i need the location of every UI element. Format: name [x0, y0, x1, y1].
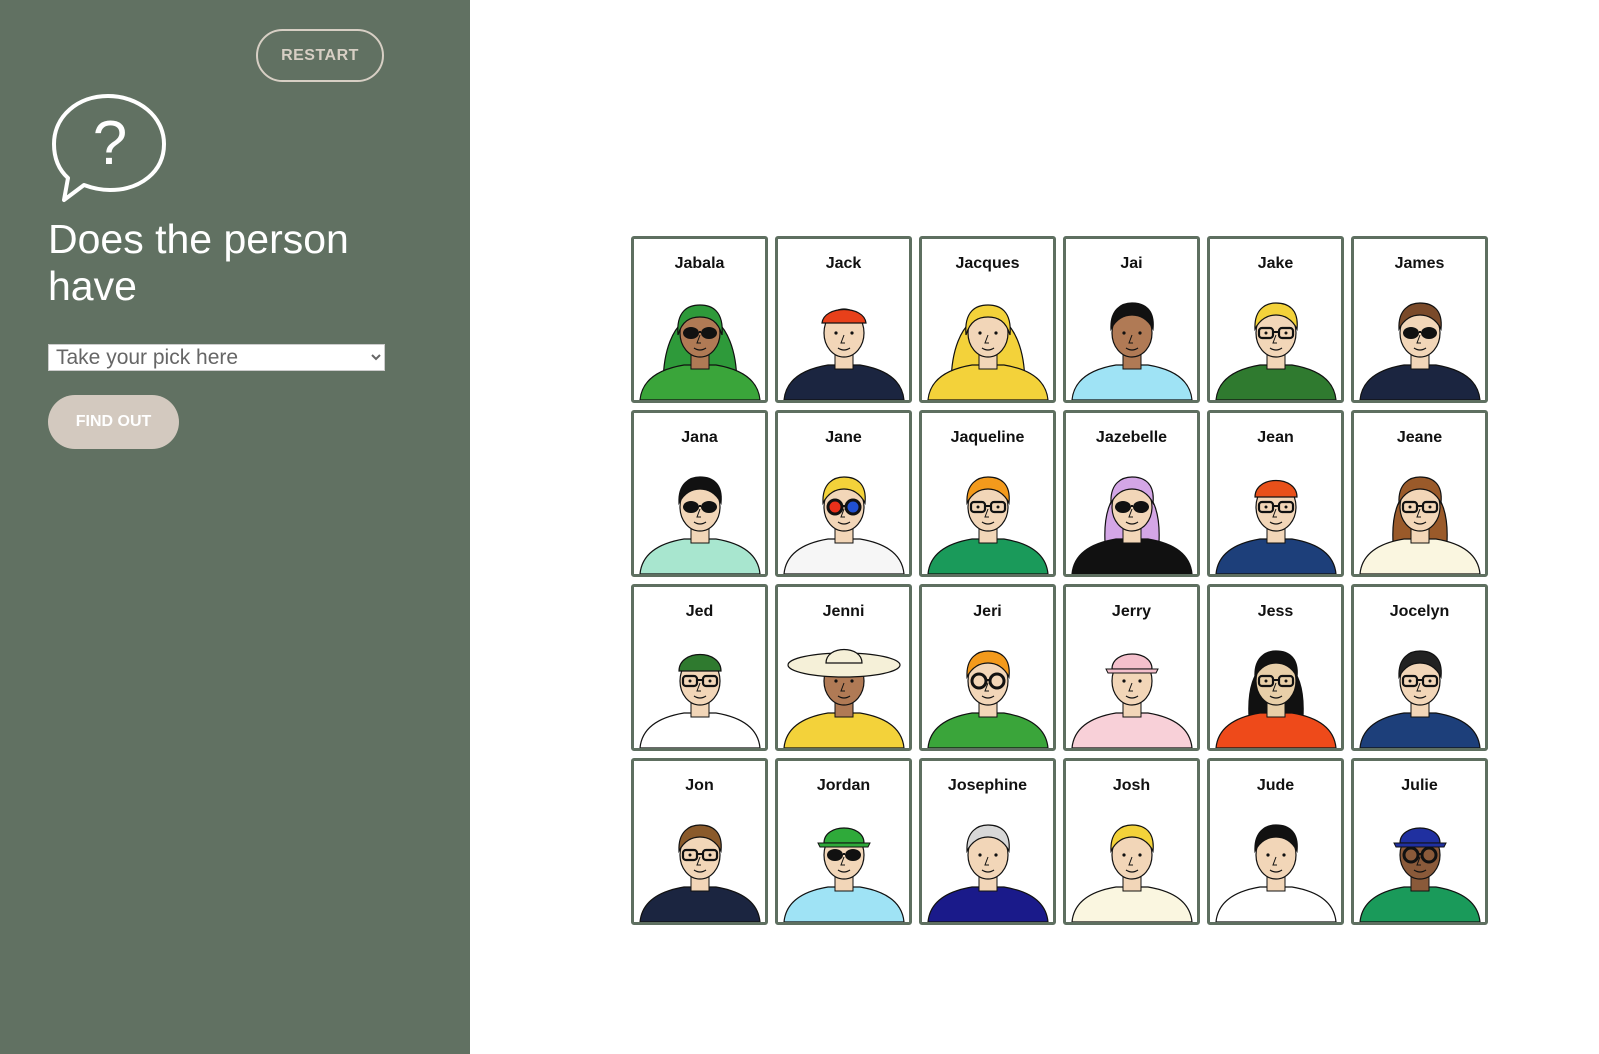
- portrait-josephine: [927, 824, 1049, 922]
- character-name: Jocelyn: [1389, 603, 1450, 620]
- character-card-jed[interactable]: Jed: [631, 584, 768, 751]
- character-card-jai[interactable]: Jai: [1063, 236, 1200, 403]
- character-name: Jai: [1120, 255, 1143, 272]
- character-card-jabala[interactable]: Jabala: [631, 236, 768, 403]
- portrait-jordan: [783, 827, 905, 922]
- character-name: Jana: [681, 429, 718, 446]
- character-card-jess[interactable]: Jess: [1207, 584, 1344, 751]
- portrait-jean: [1215, 479, 1337, 574]
- character-card-jeri[interactable]: Jeri: [919, 584, 1056, 751]
- character-name: Jess: [1257, 603, 1294, 620]
- character-name: Jane: [825, 429, 862, 446]
- character-name: Julie: [1401, 777, 1438, 794]
- character-name: Jon: [685, 777, 714, 794]
- character-name: Jude: [1256, 777, 1295, 794]
- portrait-jenni: [783, 649, 905, 748]
- portrait-jack: [783, 308, 905, 400]
- character-card-jaqueline[interactable]: Jaqueline: [919, 410, 1056, 577]
- feature-select[interactable]: Take your pick here: [48, 344, 385, 371]
- character-card-jenni[interactable]: Jenni: [775, 584, 912, 751]
- portrait-jeane: [1359, 476, 1481, 574]
- character-card-jean[interactable]: Jean: [1207, 410, 1344, 577]
- portrait-jeri: [927, 650, 1049, 748]
- character-card-josh[interactable]: Josh: [1063, 758, 1200, 925]
- character-name: Jordan: [816, 777, 871, 794]
- character-card-jack[interactable]: Jack: [775, 236, 912, 403]
- portrait-julie: [1359, 827, 1481, 922]
- character-card-jude[interactable]: Jude: [1207, 758, 1344, 925]
- character-card-jazebelle[interactable]: Jazebelle: [1063, 410, 1200, 577]
- character-name: Jaqueline: [950, 429, 1025, 446]
- character-card-julie[interactable]: Julie: [1351, 758, 1488, 925]
- portrait-james: [1359, 302, 1481, 400]
- character-card-jordan[interactable]: Jordan: [775, 758, 912, 925]
- restart-button[interactable]: RESTART: [256, 29, 384, 82]
- character-name: Jeri: [973, 603, 1002, 620]
- sidebar-panel: RESTART ? Does the person have Take your…: [0, 0, 470, 1054]
- character-name: Josh: [1112, 777, 1151, 794]
- character-card-jane[interactable]: Jane: [775, 410, 912, 577]
- portrait-jon: [639, 824, 761, 922]
- portrait-josh: [1071, 824, 1193, 922]
- portrait-jerry: [1071, 653, 1193, 748]
- character-card-jacques[interactable]: Jacques: [919, 236, 1056, 403]
- portrait-jess: [1215, 650, 1337, 748]
- portrait-jed: [639, 653, 761, 748]
- portrait-jana: [639, 476, 761, 574]
- character-card-jake[interactable]: Jake: [1207, 236, 1344, 403]
- portrait-jabala: [639, 304, 761, 400]
- question-title: Does the person have: [48, 216, 349, 309]
- svg-text:?: ?: [93, 109, 127, 178]
- character-name: Jazebelle: [1095, 429, 1168, 446]
- portrait-jaqueline: [927, 476, 1049, 574]
- character-name: Jerry: [1111, 603, 1152, 620]
- character-card-jocelyn[interactable]: Jocelyn: [1351, 584, 1488, 751]
- character-name: Jack: [825, 255, 862, 272]
- portrait-jane: [783, 476, 905, 574]
- character-name: Jenni: [822, 603, 865, 620]
- character-card-jon[interactable]: Jon: [631, 758, 768, 925]
- character-name: Jed: [685, 603, 714, 620]
- character-name: Jake: [1257, 255, 1294, 272]
- character-board: Jabala Jack Jacques Jai Jake James Jana Jane Jaq…: [631, 236, 1488, 925]
- portrait-jocelyn: [1359, 650, 1481, 748]
- character-name: Jacques: [955, 255, 1020, 272]
- portrait-jazebelle: [1071, 476, 1193, 574]
- portrait-jude: [1215, 824, 1337, 922]
- character-name: Jeane: [1396, 429, 1443, 446]
- character-name: Josephine: [947, 777, 1028, 794]
- character-card-jana[interactable]: Jana: [631, 410, 768, 577]
- character-card-josephine[interactable]: Josephine: [919, 758, 1056, 925]
- portrait-jai: [1071, 302, 1193, 400]
- portrait-jake: [1215, 302, 1337, 400]
- character-card-jerry[interactable]: Jerry: [1063, 584, 1200, 751]
- find-out-button[interactable]: FIND OUT: [48, 395, 179, 449]
- character-name: Jabala: [674, 255, 725, 272]
- character-card-jeane[interactable]: Jeane: [1351, 410, 1488, 577]
- character-card-james[interactable]: James: [1351, 236, 1488, 403]
- portrait-jacques: [927, 304, 1049, 400]
- character-name: Jean: [1257, 429, 1294, 446]
- character-name: James: [1394, 255, 1445, 272]
- question-speech-bubble-icon: ?: [52, 94, 166, 202]
